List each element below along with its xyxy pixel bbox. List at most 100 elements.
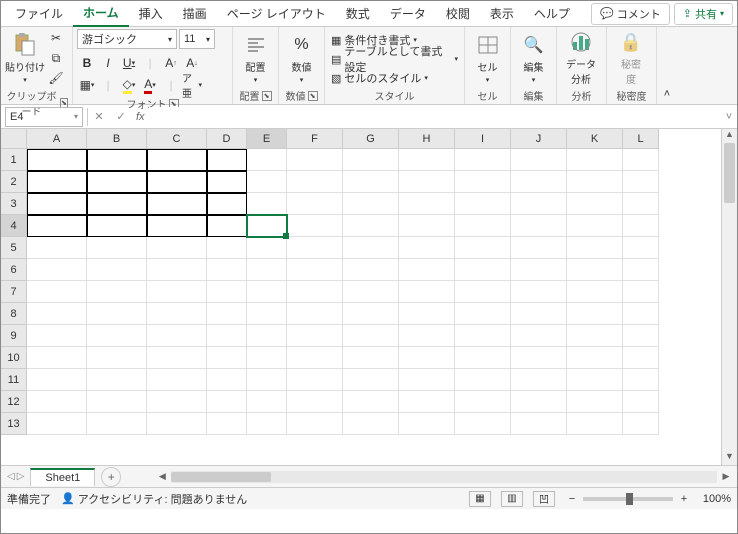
cell-H7[interactable] xyxy=(399,281,455,303)
cell-B9[interactable] xyxy=(87,325,147,347)
cell-C4[interactable] xyxy=(147,215,207,237)
cell-D5[interactable] xyxy=(207,237,247,259)
cell-E7[interactable] xyxy=(247,281,287,303)
cell-A5[interactable] xyxy=(27,237,87,259)
cell-B7[interactable] xyxy=(87,281,147,303)
row-header-4[interactable]: 4 xyxy=(1,215,27,237)
cell-G10[interactable] xyxy=(343,347,399,369)
column-header-F[interactable]: F xyxy=(287,129,343,149)
row-header-10[interactable]: 10 xyxy=(1,347,27,369)
column-header-E[interactable]: E xyxy=(247,129,287,149)
cell-A10[interactable] xyxy=(27,347,87,369)
cell-D12[interactable] xyxy=(207,391,247,413)
row-header-5[interactable]: 5 xyxy=(1,237,27,259)
editing-button[interactable]: 🔍 編集 ▾ xyxy=(515,29,552,87)
cell-I1[interactable] xyxy=(455,149,511,171)
cell-A6[interactable] xyxy=(27,259,87,281)
scroll-thumb[interactable] xyxy=(724,143,735,203)
cell-F1[interactable] xyxy=(287,149,343,171)
column-header-I[interactable]: I xyxy=(455,129,511,149)
cell-B13[interactable] xyxy=(87,413,147,435)
cell-K3[interactable] xyxy=(567,193,623,215)
cell-H8[interactable] xyxy=(399,303,455,325)
cell-J2[interactable] xyxy=(511,171,567,193)
cell-G3[interactable] xyxy=(343,193,399,215)
cell-A11[interactable] xyxy=(27,369,87,391)
menu-tab-2[interactable]: 挿入 xyxy=(129,1,173,26)
cell-J1[interactable] xyxy=(511,149,567,171)
cell-J3[interactable] xyxy=(511,193,567,215)
font-name-select[interactable]: 游ゴシック▾ xyxy=(77,29,177,49)
cell-E13[interactable] xyxy=(247,413,287,435)
cell-F9[interactable] xyxy=(287,325,343,347)
menu-tab-5[interactable]: 数式 xyxy=(336,1,380,26)
cell-G7[interactable] xyxy=(343,281,399,303)
comments-button[interactable]: 💬 コメント xyxy=(591,3,670,25)
cell-E12[interactable] xyxy=(247,391,287,413)
scroll-left-button[interactable]: ◀ xyxy=(155,471,169,482)
cell-L6[interactable] xyxy=(623,259,659,281)
scroll-track[interactable] xyxy=(722,143,737,451)
sheet-prev-button[interactable]: ◁ xyxy=(7,471,15,482)
cell-E11[interactable] xyxy=(247,369,287,391)
menu-tab-1[interactable]: ホーム xyxy=(73,0,129,27)
cell-B12[interactable] xyxy=(87,391,147,413)
collapse-ribbon-button[interactable]: ˄ xyxy=(657,27,677,104)
cell-B3[interactable] xyxy=(87,193,147,215)
cell-I11[interactable] xyxy=(455,369,511,391)
column-header-L[interactable]: L xyxy=(623,129,659,149)
cell-J7[interactable] xyxy=(511,281,567,303)
underline-button[interactable]: U▾ xyxy=(119,53,139,73)
cell-E6[interactable] xyxy=(247,259,287,281)
cell-K11[interactable] xyxy=(567,369,623,391)
alignment-button[interactable]: 配置 ▾ xyxy=(237,29,274,87)
increase-font-button[interactable]: A↑ xyxy=(161,53,181,73)
cell-D1[interactable] xyxy=(207,149,247,171)
scroll-right-button[interactable]: ▶ xyxy=(719,471,733,482)
cell-C7[interactable] xyxy=(147,281,207,303)
dialog-launcher[interactable]: ⬊ xyxy=(308,91,318,101)
menu-tab-9[interactable]: ヘルプ xyxy=(524,1,580,26)
cell-B1[interactable] xyxy=(87,149,147,171)
cell-I10[interactable] xyxy=(455,347,511,369)
cell-H4[interactable] xyxy=(399,215,455,237)
zoom-value[interactable]: 100% xyxy=(695,493,731,505)
cell-F13[interactable] xyxy=(287,413,343,435)
cell-D4[interactable] xyxy=(207,215,247,237)
cell-A8[interactable] xyxy=(27,303,87,325)
row-header-2[interactable]: 2 xyxy=(1,171,27,193)
cell-F2[interactable] xyxy=(287,171,343,193)
normal-view-button[interactable]: ▦ xyxy=(469,491,491,507)
cell-I3[interactable] xyxy=(455,193,511,215)
column-header-K[interactable]: K xyxy=(567,129,623,149)
cell-B6[interactable] xyxy=(87,259,147,281)
cell-E2[interactable] xyxy=(247,171,287,193)
cell-H2[interactable] xyxy=(399,171,455,193)
cell-H5[interactable] xyxy=(399,237,455,259)
font-color-button[interactable]: A▾ xyxy=(140,75,160,95)
number-format-button[interactable]: % 数値 ▾ xyxy=(283,29,320,87)
cell-D13[interactable] xyxy=(207,413,247,435)
formula-input[interactable] xyxy=(149,107,721,127)
row-header-1[interactable]: 1 xyxy=(1,149,27,171)
vertical-scrollbar[interactable]: ▲ ▼ xyxy=(721,129,737,465)
menu-tab-8[interactable]: 表示 xyxy=(480,1,524,26)
cell-E9[interactable] xyxy=(247,325,287,347)
italic-button[interactable]: I xyxy=(98,53,118,73)
sheet-tab[interactable]: Sheet1 xyxy=(30,468,95,486)
menu-tab-0[interactable]: ファイル xyxy=(5,1,73,26)
cell-G2[interactable] xyxy=(343,171,399,193)
cell-G5[interactable] xyxy=(343,237,399,259)
accessibility-status[interactable]: 👤アクセシビリティ: 問題ありません xyxy=(61,491,247,507)
scroll-track[interactable] xyxy=(171,471,717,483)
cell-C8[interactable] xyxy=(147,303,207,325)
cell-G8[interactable] xyxy=(343,303,399,325)
cell-C1[interactable] xyxy=(147,149,207,171)
cell-F11[interactable] xyxy=(287,369,343,391)
cell-A13[interactable] xyxy=(27,413,87,435)
cell-styles-button[interactable]: ▧セルのスタイル▾ xyxy=(329,69,430,87)
cut-button[interactable]: ✂ xyxy=(47,29,65,47)
menu-tab-3[interactable]: 描画 xyxy=(173,1,217,26)
cell-B10[interactable] xyxy=(87,347,147,369)
zoom-knob[interactable] xyxy=(626,493,633,505)
